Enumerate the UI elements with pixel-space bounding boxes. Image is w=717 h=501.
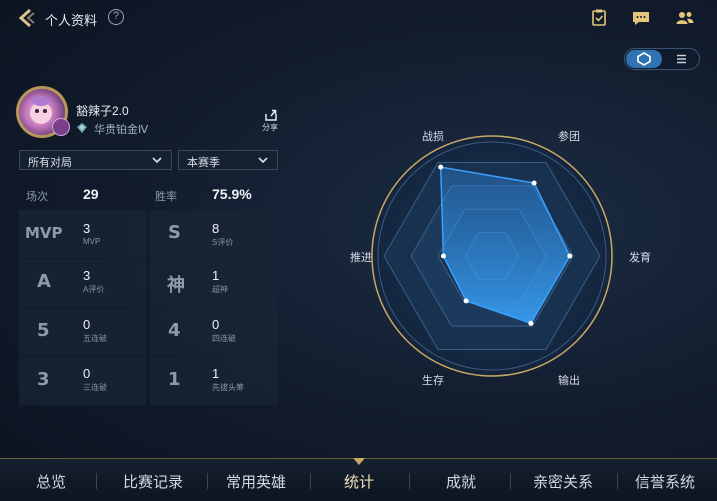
stat-value: 3	[83, 268, 91, 283]
triple-kill-icon: 3	[37, 369, 50, 390]
tab-match-history[interactable]: 比赛记录	[123, 471, 183, 492]
share-icon	[265, 109, 277, 121]
task-icon[interactable]	[589, 8, 611, 30]
radar-label-push: 推进	[350, 252, 372, 264]
tab-separator	[617, 473, 618, 489]
radar-point	[528, 320, 534, 326]
chevron-down-icon	[258, 157, 268, 164]
tab-separator	[409, 473, 410, 489]
radar-label-survival: 生存	[422, 375, 444, 387]
first-blood-icon: 1	[168, 369, 181, 390]
stat-card-quadra: 4 0 四连破	[150, 308, 278, 356]
quadra-kill-icon: 4	[168, 320, 181, 341]
stat-label: 五连破	[83, 334, 107, 343]
view-toggle[interactable]	[624, 48, 700, 70]
top-bar: 个人资料 ?	[0, 0, 717, 38]
tab-achievements[interactable]: 成就	[446, 471, 476, 492]
friends-icon[interactable]	[675, 8, 697, 30]
tab-separator	[207, 473, 208, 489]
stat-card-mvp: MVP 3 MVP	[19, 210, 146, 258]
tab-common-heroes[interactable]: 常用英雄	[226, 471, 286, 492]
s-rating-icon: S	[168, 222, 181, 243]
stat-value: 0	[212, 317, 220, 332]
stat-label: A评价	[83, 285, 105, 294]
stat-label: 三连破	[83, 383, 107, 392]
radar-point	[440, 253, 446, 259]
rank-icon	[76, 121, 88, 133]
mode-dropdown-label: 所有对局	[28, 157, 72, 169]
back-icon[interactable]	[16, 7, 38, 29]
tab-credit-system[interactable]: 信誉系统	[635, 471, 695, 492]
page-title: 个人资料	[45, 13, 98, 28]
radar-point	[531, 180, 537, 186]
player-name: 豁辣子2.0	[76, 104, 129, 118]
list-view-button[interactable]	[665, 50, 697, 68]
rank-text: 华贵铂金Ⅳ	[94, 124, 149, 136]
stat-value: 1	[212, 268, 220, 283]
winrate-label: 胜率	[155, 191, 177, 203]
tab-separator	[510, 473, 511, 489]
tab-separator	[310, 473, 311, 489]
avatar-badge	[52, 118, 70, 136]
stat-value: 3	[83, 221, 91, 236]
tab-statistics[interactable]: 统计	[344, 471, 374, 492]
stat-card-legendary: 神 1 超神	[150, 259, 278, 307]
active-tab-indicator-icon	[353, 458, 365, 465]
radar-label-damage: 输出	[558, 375, 580, 387]
stat-card-a: A 3 A评价	[19, 259, 146, 307]
radar-chart	[371, 135, 613, 377]
tab-relationships[interactable]: 亲密关系	[533, 471, 593, 492]
chevron-down-icon	[152, 157, 162, 164]
stat-card-triple: 3 0 三连破	[19, 357, 146, 405]
season-dropdown-label: 本赛季	[187, 157, 220, 169]
radar-point	[463, 298, 469, 304]
penta-kill-icon: 5	[37, 320, 50, 341]
stat-value: 1	[212, 366, 220, 381]
stat-value: 0	[83, 366, 91, 381]
help-icon[interactable]: ?	[108, 9, 124, 25]
a-rating-icon: A	[37, 271, 51, 292]
stat-card-first-blood: 1 1 先拔头筹	[150, 357, 278, 405]
legendary-icon: 神	[167, 275, 185, 296]
season-dropdown[interactable]: 本赛季	[178, 150, 278, 170]
mode-dropdown[interactable]: 所有对局	[19, 150, 172, 170]
chat-icon[interactable]	[631, 8, 653, 30]
bottom-nav: 总览 比赛记录 常用英雄 统计 成就 亲密关系 信誉系统	[0, 458, 717, 501]
radar-label-teamfight: 参团	[558, 131, 580, 143]
radar-view-button[interactable]	[626, 50, 662, 68]
matches-label: 场次	[26, 191, 48, 203]
stat-card-penta: 5 0 五连破	[19, 308, 146, 356]
tab-overview[interactable]: 总览	[36, 471, 66, 492]
tab-separator	[96, 473, 97, 489]
stat-value: 0	[83, 317, 91, 332]
stats-grid: MVP 3 MVP S 8 S评价 A 3 A评价 神 1 超神 5 0 五连破…	[19, 210, 278, 405]
stat-label: MVP	[83, 237, 101, 246]
stat-label: 四连破	[212, 334, 236, 343]
radar-label-farming: 发育	[629, 252, 651, 264]
stat-card-s: S 8 S评价	[150, 210, 278, 258]
radar-label-damage-taken: 战损	[422, 131, 444, 143]
radar-point	[567, 253, 573, 259]
matches-value: 29	[83, 186, 99, 202]
mvp-icon: MVP	[25, 224, 63, 242]
share-label: 分享	[262, 123, 278, 132]
stat-value: 8	[212, 221, 220, 236]
stat-label: S评价	[212, 238, 234, 247]
stat-label: 先拔头筹	[212, 383, 244, 392]
radar-point	[438, 164, 444, 170]
stat-label: 超神	[212, 285, 228, 294]
winrate-value: 75.9%	[212, 186, 252, 202]
